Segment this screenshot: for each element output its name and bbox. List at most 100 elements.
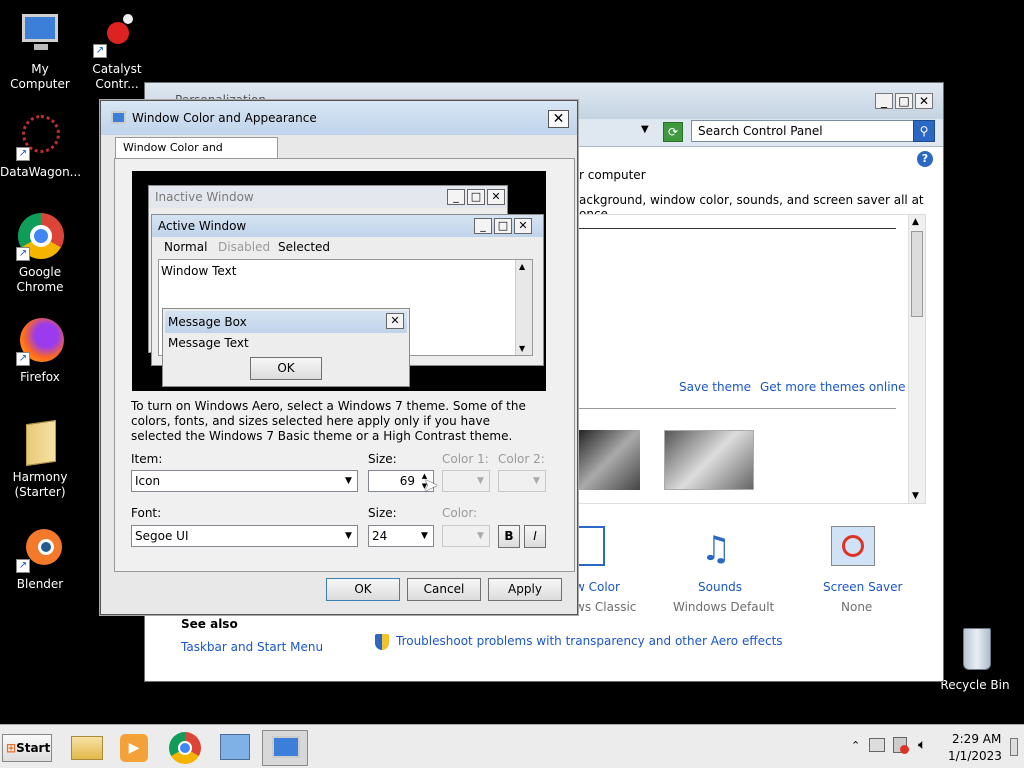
scroll-down-icon: ▼ — [519, 344, 526, 353]
security-alert-icon[interactable] — [893, 737, 909, 754]
message-box-preview[interactable]: Message Box ✕ Message Text OK — [162, 308, 410, 387]
theme-thumbnail[interactable] — [664, 430, 754, 490]
desktop-icon-catalyst[interactable]: ↗ Catalyst Contr... — [77, 10, 157, 92]
chrome-taskbar-button[interactable] — [166, 730, 204, 766]
scroll-up-icon[interactable]: ▲ — [912, 217, 919, 227]
close-icon: ✕ — [386, 313, 404, 329]
screen-saver-icon[interactable] — [831, 526, 875, 566]
screen-saver-link[interactable]: Screen Saver — [823, 580, 902, 594]
clock-date[interactable]: 1/1/2023 — [948, 749, 1002, 763]
show-desktop-button[interactable] — [1010, 738, 1018, 756]
theme-thumbnail[interactable] — [578, 430, 640, 490]
close-button[interactable]: ✕ — [548, 110, 569, 128]
desktop-icon-chrome[interactable]: ↗ Google Chrome — [0, 213, 80, 295]
close-icon: ✕ — [487, 189, 505, 205]
chevron-down-icon[interactable]: ▼ — [340, 471, 357, 491]
shield-icon — [375, 634, 389, 650]
address-dropdown-icon[interactable]: ▼ — [641, 124, 649, 135]
color2-picker[interactable]: ▼ — [498, 470, 546, 492]
chevron-down-icon[interactable]: ▼ — [528, 471, 545, 491]
apply-button[interactable]: Apply — [488, 578, 562, 601]
sounds-icon[interactable]: ♫ — [693, 526, 739, 572]
control-panel-icon — [220, 734, 250, 760]
ok-button[interactable]: OK — [326, 578, 400, 601]
window-color-link[interactable]: w Color — [575, 580, 620, 594]
clock-time[interactable]: 2:29 AM — [952, 732, 1001, 746]
font-select[interactable]: Segoe UI ▼ — [131, 525, 358, 547]
desktop-icon-firefox[interactable]: ↗ Firefox — [0, 318, 80, 385]
control-panel-taskbar-button[interactable] — [216, 730, 254, 766]
dialog-titlebar[interactable]: Window Color and Appearance — [101, 101, 577, 135]
color1-picker[interactable]: ▼ — [442, 470, 490, 492]
volume-icon[interactable]: 🔈︎ — [918, 737, 926, 753]
chevron-down-icon[interactable]: ▼ — [416, 526, 433, 546]
desktop-icon-harmony[interactable]: Harmony (Starter) — [0, 418, 80, 500]
desktop-icon-label: Harmony (Starter) — [12, 470, 68, 499]
preview-scrollbar: ▲ ▼ — [515, 260, 532, 355]
desktop-icon-recycle-bin[interactable]: Recycle Bin — [935, 626, 1015, 693]
tab-window-color[interactable]: Window Color and Appearance — [115, 137, 278, 174]
italic-button[interactable]: I — [524, 525, 546, 548]
help-icon[interactable]: ? — [917, 151, 933, 167]
shortcut-arrow-icon: ↗ — [93, 44, 107, 58]
explorer-taskbar-button[interactable] — [68, 730, 106, 766]
maximize-button[interactable]: □ — [895, 93, 913, 109]
divider — [578, 228, 896, 229]
color1-label: Color 1: — [442, 452, 489, 466]
sounds-value: Windows Default — [673, 600, 775, 614]
datawagon-icon: ↗ — [16, 113, 64, 161]
bold-button[interactable]: B — [498, 525, 520, 548]
display-taskbar-button[interactable] — [262, 730, 308, 766]
window-color-icon[interactable] — [575, 526, 605, 566]
desktop-icon-label: My Computer — [10, 62, 70, 91]
show-hidden-icons-button[interactable]: ⌃ — [851, 739, 860, 752]
save-theme-link[interactable]: Save theme — [679, 380, 751, 394]
preview-ok-button: OK — [250, 357, 322, 380]
chevron-down-icon[interactable]: ▼ — [472, 526, 489, 546]
scrollbar[interactable]: ▲ ▼ — [908, 215, 925, 503]
troubleshoot-link[interactable]: Troubleshoot problems with transparency … — [396, 634, 783, 648]
font-color-picker[interactable]: ▼ — [442, 525, 490, 547]
font-label: Font: — [131, 506, 162, 520]
taskbar-start-menu-link[interactable]: Taskbar and Start Menu — [181, 640, 323, 654]
desktop-icon-label: Google Chrome — [16, 265, 64, 294]
desktop-icon-datawagon[interactable]: ↗ DataWagon... — [0, 113, 81, 180]
menu-normal: Normal — [164, 240, 208, 254]
maximize-icon: □ — [494, 218, 512, 234]
mouse-cursor-icon: ➤ — [423, 475, 439, 496]
media-player-taskbar-button[interactable]: ▶ — [115, 730, 153, 766]
start-button[interactable]: ⊞Start — [2, 734, 52, 762]
shortcut-arrow-icon: ↗ — [16, 247, 30, 261]
desktop-icon-label: Recycle Bin — [940, 678, 1010, 692]
get-more-themes-link[interactable]: Get more themes online — [760, 380, 906, 394]
refresh-button[interactable]: ⟳ — [663, 122, 683, 142]
windows-logo-icon: ⊞ — [6, 741, 17, 755]
monitor-icon — [111, 111, 126, 124]
close-button[interactable]: ✕ — [915, 93, 933, 109]
appearance-preview[interactable]: Inactive Window _ □ ✕ Active Window _ □ … — [132, 171, 546, 391]
scroll-thumb[interactable] — [911, 231, 923, 317]
desktop-icon-my-computer[interactable]: My Computer — [0, 10, 80, 92]
sounds-link[interactable]: Sounds — [698, 580, 742, 594]
screen-saver-value: None — [841, 600, 873, 614]
info-text: To turn on Windows Aero, select a Window… — [131, 399, 526, 443]
maximize-icon: □ — [467, 189, 485, 205]
font-size-select[interactable]: 24 ▼ — [368, 525, 434, 547]
desktop-icon-blender[interactable]: ↗ Blender — [0, 525, 80, 592]
shortcut-arrow-icon: ↗ — [16, 147, 30, 161]
message-text: Message Text — [168, 336, 249, 350]
network-icon[interactable] — [869, 738, 885, 752]
search-input[interactable]: Search Control Panel — [691, 120, 915, 142]
preview-menubar: Normal Disabled Selected — [152, 237, 543, 257]
cancel-button[interactable]: Cancel — [407, 578, 481, 601]
search-icon[interactable]: ⚲ — [913, 120, 935, 142]
chevron-down-icon[interactable]: ▼ — [340, 526, 357, 546]
chevron-down-icon[interactable]: ▼ — [472, 471, 489, 491]
themes-list[interactable]: Save theme Get more themes online ▲ ▼ — [577, 214, 926, 504]
divider — [578, 408, 896, 409]
folder-icon — [16, 418, 64, 467]
minimize-button[interactable]: _ — [875, 93, 893, 109]
scroll-down-icon[interactable]: ▼ — [912, 491, 919, 501]
item-select[interactable]: Icon ▼ — [131, 470, 358, 492]
window-color-dialog[interactable]: Window Color and Appearance ✕ Window Col… — [100, 100, 578, 615]
